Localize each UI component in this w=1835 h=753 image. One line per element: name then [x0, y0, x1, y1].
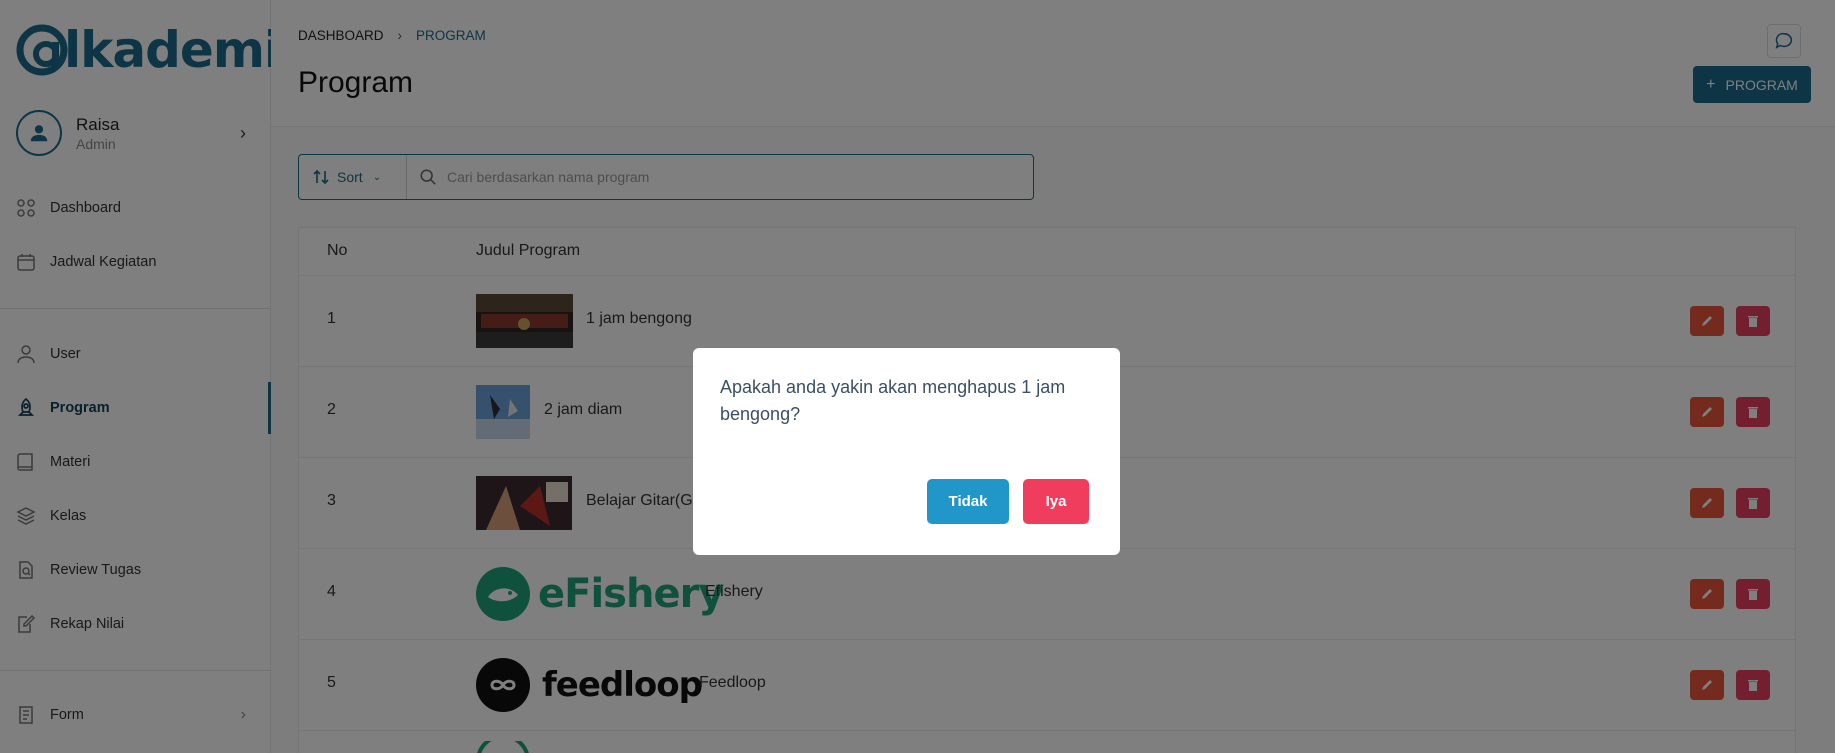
cancel-button[interactable]: Tidak — [927, 479, 1009, 524]
confirm-button[interactable]: Iya — [1023, 479, 1089, 524]
dialog-message: Apakah anda yakin akan menghapus 1 jam b… — [720, 377, 1066, 424]
confirm-delete-dialog: Apakah anda yakin akan menghapus 1 jam b… — [693, 348, 1120, 555]
